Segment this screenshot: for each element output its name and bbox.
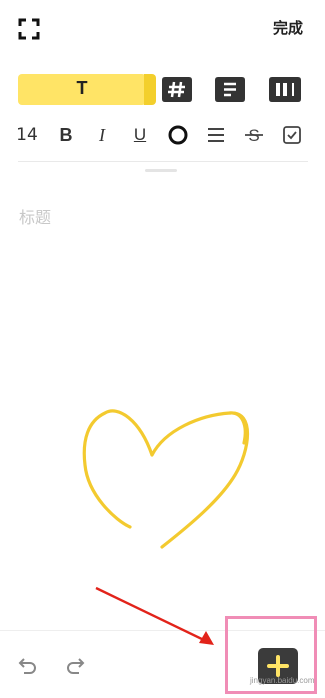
underline-button[interactable]: U xyxy=(130,122,150,148)
list-style-option[interactable] xyxy=(214,74,246,105)
redo-icon xyxy=(67,658,85,674)
column-style-option[interactable] xyxy=(268,74,301,105)
watermark: jingyan.baidu.com xyxy=(250,676,315,685)
undo-icon xyxy=(18,658,36,674)
fullscreen-button[interactable] xyxy=(18,18,40,40)
text-style-option[interactable]: T xyxy=(18,74,156,105)
style-options: T xyxy=(18,74,308,108)
drag-handle[interactable] xyxy=(145,169,177,172)
hashtag-icon xyxy=(162,77,192,102)
bold-button[interactable]: B xyxy=(56,122,76,148)
done-button[interactable]: 完成 xyxy=(273,17,303,38)
title-input[interactable]: 标题 xyxy=(19,204,51,228)
expand-corners-icon xyxy=(18,18,40,40)
note-editor-screen: 完成 T 14 B I U S 标题 jingyan.baidu.com xyxy=(0,0,325,698)
color-button[interactable] xyxy=(166,122,190,148)
undo-button[interactable] xyxy=(17,654,39,676)
checkbox-button[interactable] xyxy=(280,122,304,148)
hashtag-style-option[interactable] xyxy=(161,74,193,105)
top-bar: 完成 xyxy=(0,0,325,56)
checkbox-icon xyxy=(283,126,301,144)
circle-icon xyxy=(168,125,188,145)
list-lines-icon xyxy=(215,77,245,102)
italic-button[interactable]: I xyxy=(92,122,112,148)
toolbar-divider xyxy=(18,161,308,162)
text-style-label: T xyxy=(76,78,88,98)
strikethrough-icon: S xyxy=(245,126,263,145)
font-size-button[interactable]: 14 xyxy=(16,122,38,148)
format-toolbar: 14 B I U S xyxy=(16,122,308,148)
columns-icon xyxy=(269,77,301,102)
align-button[interactable] xyxy=(204,122,228,148)
heart-drawing xyxy=(82,409,250,549)
strikethrough-button[interactable]: S xyxy=(242,122,266,148)
redo-button[interactable] xyxy=(64,654,86,676)
align-icon xyxy=(208,128,224,142)
